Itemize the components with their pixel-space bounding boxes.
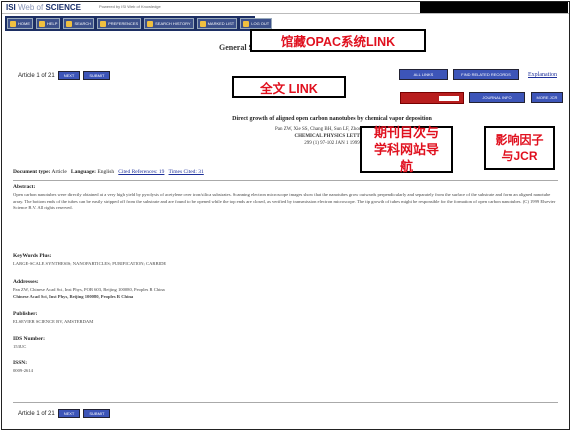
document-info: Document type: Article Language: English… [13, 169, 204, 175]
nav-search-button[interactable]: SEARCH [63, 18, 95, 29]
record-title: Direct growth of aligned open carbon nan… [232, 116, 432, 122]
full-text-button[interactable] [400, 92, 464, 104]
divider-bottom [13, 402, 558, 403]
explanation-link[interactable]: Explanation [528, 72, 557, 78]
nav-history-button[interactable]: SEARCH HISTORY [144, 18, 194, 29]
article-position: Article 1 of 21 [18, 410, 55, 417]
preferences-icon [100, 20, 107, 27]
help-icon [39, 20, 45, 27]
top-bar: ISI Web of SCIENCE Powered by ISI Web of… [2, 2, 569, 14]
search-icon [66, 20, 73, 27]
issn-value: 0009-2614 [13, 368, 33, 373]
publisher-text: ELSEVIER SCIENCE BV, AMSTERDAM [13, 319, 94, 324]
record-citation: 299 (1) 97-102 JAN 1 1999 [304, 141, 360, 146]
journal-info-button[interactable]: JOURNAL INFO [469, 92, 525, 103]
cited-references-link[interactable]: Cited References: 19 [118, 169, 164, 175]
callout-fulltext-link: 全文 LINK [232, 76, 346, 98]
logout-icon [243, 20, 250, 27]
callout-journal-navigation: 期刊目次与学科网站导航 [360, 125, 453, 174]
submit-button[interactable]: SUBMIT [83, 71, 111, 80]
article-position: Article 1 of 21 [18, 72, 55, 79]
jcr-button[interactable]: MORE JCR [531, 92, 563, 103]
article-pager-bottom: Article 1 of 21 NEXT SUBMIT [18, 409, 111, 418]
addresses-label: Addresses: [13, 279, 39, 285]
find-related-button[interactable]: FIND RELATED RECORDS [453, 69, 519, 80]
main-nav: HOME HELP SEARCH PREFERENCES SEARCH HIST… [5, 16, 273, 31]
ids-label: IDS Number: [13, 336, 45, 342]
nav-logout-button[interactable]: LOG OUT [240, 18, 273, 29]
issn-label: ISSN: [13, 360, 28, 366]
next-button[interactable]: NEXT [57, 71, 81, 80]
nav-marked-list-button[interactable]: MARKED LIST [196, 18, 238, 29]
callout-opac-link: 馆藏OPAC系统LINK [250, 29, 426, 52]
abstract-label: Abstract: [13, 184, 36, 190]
history-icon [147, 20, 154, 27]
page-frame: ISI Web of SCIENCE Powered by ISI Web of… [1, 1, 570, 430]
record-journal[interactable]: CHEMICAL PHYSICS LETTERS [137, 133, 527, 140]
full-text-label [439, 96, 459, 101]
nav-preferences-button[interactable]: PREFERENCES [97, 18, 142, 29]
divider [13, 180, 558, 181]
home-icon [10, 20, 16, 27]
marked-list-icon [199, 20, 206, 27]
powered-by-text: Powered by ISI Web of Knowledge [99, 4, 161, 9]
callout-impact-factor-jcr: 影响因子与JCR [484, 126, 555, 170]
address-1: Pan ZW, Chinese Acad Sci, Inst Phys, POB… [13, 287, 165, 292]
publisher-label: Publisher: [13, 311, 38, 317]
redacted-bar [420, 2, 568, 13]
nav-home-button[interactable]: HOME [7, 18, 33, 29]
ids-value: 153UC [13, 344, 27, 349]
article-pager-top: Article 1 of 21 NEXT SUBMIT [18, 71, 111, 80]
address-2: Chinese Acad Sci, Inst Phys, Beijing 100… [13, 294, 134, 299]
record-authors: Pan ZW, Xie SS, Chang BH, Sun LF, Zhou W… [274, 127, 390, 132]
abstract-text: Open carbon nanotubes were directly obta… [13, 192, 556, 211]
times-cited-link[interactable]: Times Cited: 31 [169, 169, 204, 175]
next-button[interactable]: NEXT [57, 409, 81, 418]
submit-button[interactable]: SUBMIT [83, 409, 111, 418]
nav-help-button[interactable]: HELP [36, 18, 61, 29]
keywords-text: LARGE-SCALE SYNTHESIS; NANOPARTICLES; PU… [13, 261, 167, 266]
all-links-button[interactable]: ALL LINKS [399, 69, 448, 80]
keywords-label: KeyWords Plus: [13, 253, 52, 259]
site-logo[interactable]: ISI Web of SCIENCE [6, 3, 81, 12]
